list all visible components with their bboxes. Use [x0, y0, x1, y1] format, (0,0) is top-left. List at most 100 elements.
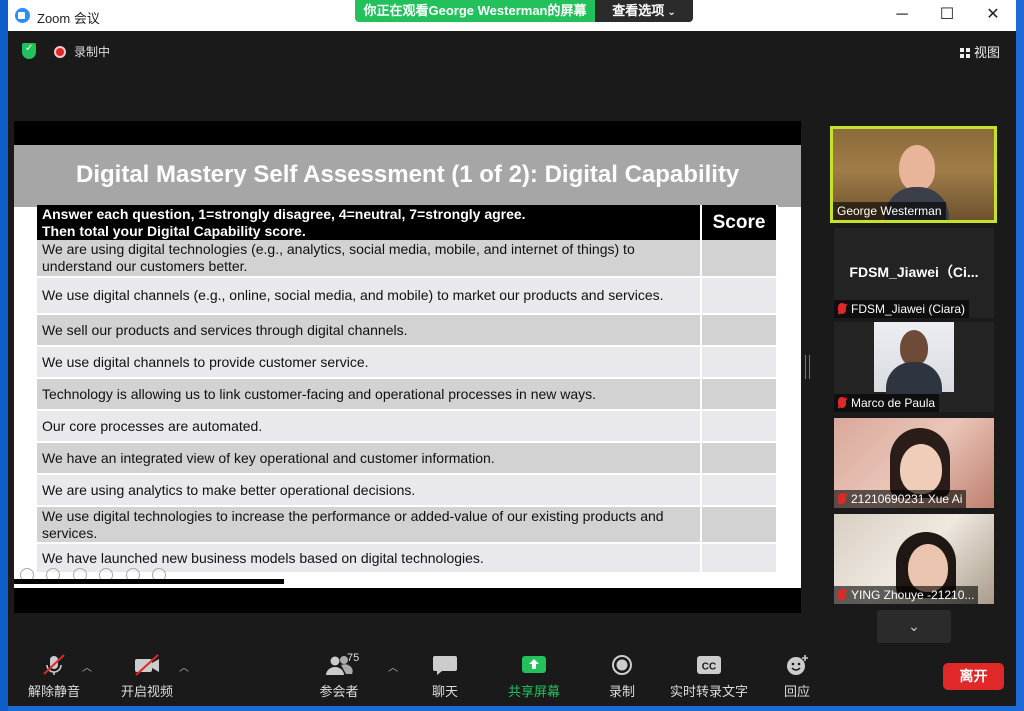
split-resize-handle[interactable]: [805, 355, 810, 379]
zoom-logo-icon: [15, 8, 30, 23]
reactions-label: 回应: [783, 684, 810, 699]
avatar-suit: [886, 362, 942, 394]
video-options-caret-icon[interactable]: ︿: [179, 659, 189, 674]
table-row: We are using analytics to make better op…: [37, 474, 778, 507]
table-row: We use digital channels to provide custo…: [37, 346, 778, 379]
participants-options-caret-icon[interactable]: ︿: [388, 659, 398, 674]
muted-mic-icon: [838, 589, 846, 600]
slide-progress-bar: [14, 579, 284, 584]
question-cell: Technology is allowing us to link custom…: [37, 378, 702, 411]
table-row: Technology is allowing us to link custom…: [37, 378, 778, 411]
minimize-button[interactable]: ─: [879, 0, 925, 31]
participant-name-tag: 21210690231 Xue Ai: [834, 490, 967, 508]
table-row: We use digital channels (e.g., online, s…: [37, 277, 778, 315]
view-button[interactable]: 视图: [960, 42, 1000, 61]
instruction-line-1: Answer each question, 1=strongly disagre…: [42, 205, 526, 222]
participant-tile-ying[interactable]: YING Zhouye -21210...: [834, 514, 994, 604]
question-cell: We use digital channels (e.g., online, s…: [37, 277, 702, 315]
reactions-button[interactable]: 回应: [757, 654, 837, 700]
participant-face: [900, 444, 942, 494]
live-transcript-button[interactable]: CC 实时转录文字: [659, 654, 759, 700]
start-video-button[interactable]: 开启视频: [107, 654, 187, 700]
participants-label: 参会者: [319, 684, 359, 699]
question-cell: We use digital technologies to increase …: [37, 506, 702, 544]
score-cell: [701, 474, 778, 507]
muted-mic-icon: [838, 493, 846, 504]
participant-tile-george[interactable]: George Westerman: [830, 126, 997, 223]
table-row: We use digital technologies to increase …: [37, 506, 778, 544]
score-cell: [701, 543, 778, 574]
assessment-table: Answer each question, 1=strongly disagre…: [37, 205, 778, 574]
table-row: We have an integrated view of key operat…: [37, 442, 778, 475]
chat-label: 聊天: [431, 684, 458, 699]
participant-name: YING Zhouye -21210...: [851, 588, 975, 602]
screen-share-banner: 你正在观看George Westerman的屏幕: [355, 0, 595, 22]
security-shield-icon[interactable]: [22, 43, 36, 59]
start-video-label: 开启视频: [120, 684, 173, 699]
participant-name-tag: YING Zhouye -21210...: [834, 586, 979, 604]
question-cell: Our core processes are automated.: [37, 410, 702, 443]
recording-status: 录制中: [74, 45, 111, 59]
muted-mic-icon: [838, 397, 846, 408]
participant-name: Marco de Paula: [851, 396, 936, 410]
score-cell: [701, 506, 778, 544]
score-cell: [701, 277, 778, 315]
participant-video: [899, 145, 935, 191]
instruction-header: Answer each question, 1=strongly disagre…: [37, 205, 702, 240]
cc-icon-label: CC: [702, 662, 716, 673]
view-label: 视图: [974, 45, 1001, 60]
participants-button[interactable]: 75 参会者: [299, 652, 379, 700]
participant-display-name: FDSM_Jiawei（Ci...: [849, 264, 979, 280]
participant-name-tag: Marco de Paula: [834, 394, 940, 412]
video-off-icon: [107, 654, 187, 676]
view-options-label: 查看选项: [612, 3, 665, 18]
audio-options-caret-icon[interactable]: ︿: [82, 659, 92, 674]
record-icon: [582, 654, 662, 676]
leave-button[interactable]: 离开: [943, 663, 1004, 690]
table-row: We are using digital technologies (e.g.,…: [37, 240, 778, 278]
record-label: 录制: [608, 684, 635, 699]
closed-caption-icon: CC: [659, 654, 759, 676]
participant-name: George Westerman: [833, 202, 946, 220]
table-row: We sell our products and services throug…: [37, 314, 778, 347]
score-cell: [701, 346, 778, 379]
chat-icon: [405, 654, 485, 676]
shared-screen: Digital Mastery Self Assessment (1 of 2)…: [14, 121, 801, 613]
participants-count: 75: [347, 652, 360, 664]
question-cell: We sell our products and services throug…: [37, 314, 702, 347]
instruction-line-2: Then total your Digital Capability score…: [42, 222, 306, 239]
table-header-row: Answer each question, 1=strongly disagre…: [37, 205, 778, 240]
participant-avatar: [874, 322, 954, 394]
participant-tile-jiawei[interactable]: FDSM_Jiawei（Ci... FDSM_Jiawei (Ciara): [834, 228, 994, 318]
gallery-scroll-down-button[interactable]: ⌄: [877, 610, 951, 643]
desktop-background: [0, 0, 8, 711]
participant-name-tag: FDSM_Jiawei (Ciara): [834, 300, 970, 318]
share-screen-icon: [494, 654, 574, 676]
avatar-face: [900, 330, 928, 366]
view-options-button[interactable]: 查看选项 ⌄: [595, 0, 693, 22]
meeting-top-bar: 录制中 视图: [8, 31, 1016, 71]
reactions-emoji-icon: [757, 654, 837, 676]
chat-button[interactable]: 聊天: [405, 654, 485, 700]
grid-icon: [960, 48, 970, 58]
close-button[interactable]: ✕: [970, 0, 1016, 31]
score-cell: [701, 240, 778, 278]
presentation-slide: Digital Mastery Self Assessment (1 of 2)…: [14, 145, 801, 588]
title-bar: Zoom 会议 你正在观看George Westerman的屏幕 查看选项 ⌄ ─…: [8, 0, 1016, 31]
question-cell: We are using digital technologies (e.g.,…: [37, 240, 702, 278]
participant-face: [908, 544, 948, 592]
maximize-button[interactable]: ☐: [924, 0, 970, 31]
score-cell: [701, 442, 778, 475]
muted-mic-icon: [838, 303, 846, 314]
record-button[interactable]: 录制: [582, 654, 662, 700]
share-screen-label: 共享屏幕: [507, 684, 560, 699]
participant-tile-marco[interactable]: Marco de Paula: [834, 322, 994, 412]
unmute-label: 解除静音: [27, 684, 80, 699]
question-cell: We use digital channels to provide custo…: [37, 346, 702, 379]
share-screen-button[interactable]: 共享屏幕: [494, 654, 574, 700]
score-cell: [701, 378, 778, 411]
window-title: Zoom 会议: [37, 11, 100, 26]
score-header: Score: [701, 205, 778, 240]
slide-title-bar: Digital Mastery Self Assessment (1 of 2)…: [14, 145, 801, 207]
participant-tile-xue[interactable]: 21210690231 Xue Ai: [834, 418, 994, 508]
